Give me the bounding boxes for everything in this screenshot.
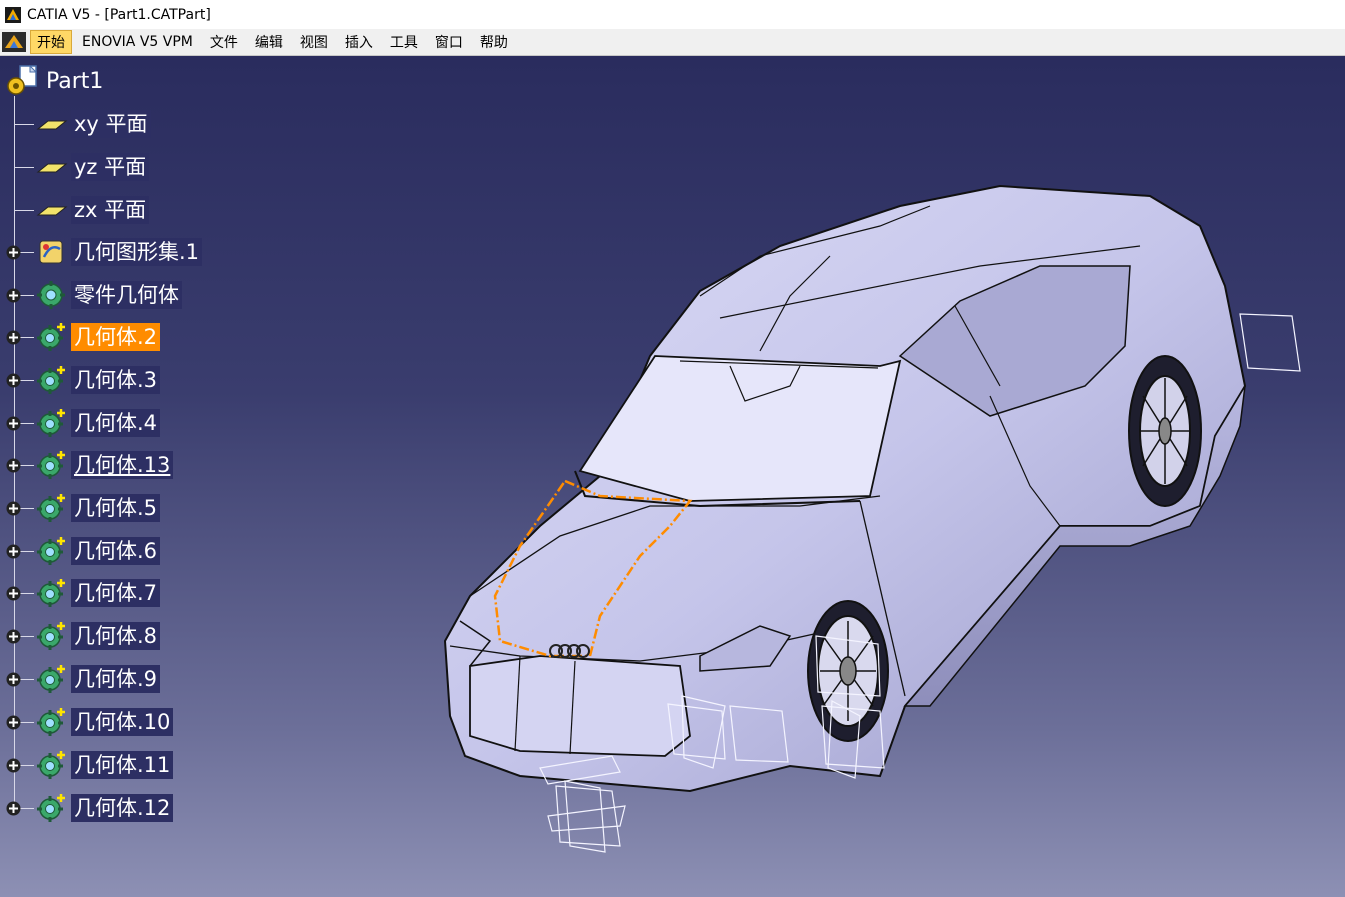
tree-root-label: Part1 xyxy=(46,68,104,94)
body-icon xyxy=(37,751,65,779)
menu-item-file[interactable]: 文件 xyxy=(203,30,245,54)
front-wheel xyxy=(807,600,889,742)
part-icon xyxy=(7,64,38,95)
expand-plus-icon[interactable] xyxy=(5,714,22,731)
menu-item-view[interactable]: 视图 xyxy=(293,30,335,54)
tree-node-label: xy 平面 xyxy=(71,110,151,138)
menu-item-help[interactable]: 帮助 xyxy=(473,30,515,54)
menu-item-edit[interactable]: 编辑 xyxy=(248,30,290,54)
catia-logo-icon[interactable] xyxy=(2,32,26,52)
menu-item-window[interactable]: 窗口 xyxy=(428,30,470,54)
tree-node-label: 几何体.12 xyxy=(71,794,174,822)
body-icon xyxy=(37,665,65,693)
expand-plus-icon[interactable] xyxy=(5,628,22,645)
rear-wheel xyxy=(1128,355,1202,507)
geometrical-set-icon xyxy=(39,240,63,264)
expand-plus-icon[interactable] xyxy=(5,457,22,474)
title-bar: CATIA V5 - [Part1.CATPart] xyxy=(0,0,1345,29)
body-icon xyxy=(37,366,65,394)
tree-connector-line xyxy=(14,96,15,810)
body-icon xyxy=(37,579,65,607)
3d-viewport[interactable]: Part1 xy 平面 yz 平面 zx 平面 几何图形集.1 零件几何体 几何… xyxy=(0,56,1345,897)
menu-item-insert[interactable]: 插入 xyxy=(338,30,380,54)
tree-node-label: 几何体.3 xyxy=(71,366,161,394)
expand-plus-icon[interactable] xyxy=(5,585,22,602)
body-icon xyxy=(37,794,65,822)
tree-node-label: 几何体.6 xyxy=(71,537,161,565)
expand-plus-icon[interactable] xyxy=(5,800,22,817)
menu-bar: 开始 ENOVIA V5 VPM 文件 编辑 视图 插入 工具 窗口 帮助 xyxy=(0,29,1345,56)
expand-plus-icon[interactable] xyxy=(5,329,22,346)
specification-tree: Part1 xy 平面 yz 平面 zx 平面 几何图形集.1 零件几何体 几何… xyxy=(0,56,340,846)
tree-node-label: 几何体.11 xyxy=(71,751,174,779)
tree-node-label: yz 平面 xyxy=(71,153,150,181)
plane-icon xyxy=(36,206,68,216)
menu-item-enovia[interactable]: ENOVIA V5 VPM xyxy=(75,32,200,52)
menu-item-tools[interactable]: 工具 xyxy=(383,30,425,54)
plane-icon xyxy=(36,163,68,173)
menu-item-start[interactable]: 开始 xyxy=(30,30,72,54)
catia-app-icon[interactable] xyxy=(5,6,21,23)
expand-plus-icon[interactable] xyxy=(5,244,22,261)
window-title: CATIA V5 - [Part1.CATPart] xyxy=(27,6,211,23)
expand-plus-icon[interactable] xyxy=(5,415,22,432)
body-icon xyxy=(37,622,65,650)
part-body-icon xyxy=(37,281,65,309)
tree-node-label: 几何体.10 xyxy=(71,708,174,736)
tree-node-label: 几何体.7 xyxy=(71,579,161,607)
expand-plus-icon[interactable] xyxy=(5,372,22,389)
tree-root-part1[interactable]: Part1 xyxy=(6,62,103,100)
tree-node-label: 几何体.8 xyxy=(71,622,161,650)
body-icon xyxy=(37,494,65,522)
body-icon xyxy=(37,537,65,565)
tree-node-label: 几何体.9 xyxy=(71,665,161,693)
body-icon xyxy=(37,323,65,351)
body-icon xyxy=(37,708,65,736)
tree-node-label: 几何体.4 xyxy=(71,409,161,437)
expand-plus-icon[interactable] xyxy=(5,543,22,560)
expand-plus-icon[interactable] xyxy=(5,671,22,688)
tree-node-label: 几何图形集.1 xyxy=(71,238,203,266)
expand-plus-icon[interactable] xyxy=(5,500,22,517)
tree-node-label: zx 平面 xyxy=(71,196,150,224)
plane-icon xyxy=(36,120,68,130)
tree-node-label: 几何体.2 xyxy=(71,323,161,351)
tree-node-label: 几何体.5 xyxy=(71,494,161,522)
expand-plus-icon[interactable] xyxy=(5,287,22,304)
expand-plus-icon[interactable] xyxy=(5,757,22,774)
tree-node-label: 几何体.13 xyxy=(71,451,174,479)
body-icon xyxy=(37,451,65,479)
body-icon xyxy=(37,409,65,437)
tree-node-label: 零件几何体 xyxy=(71,281,182,309)
